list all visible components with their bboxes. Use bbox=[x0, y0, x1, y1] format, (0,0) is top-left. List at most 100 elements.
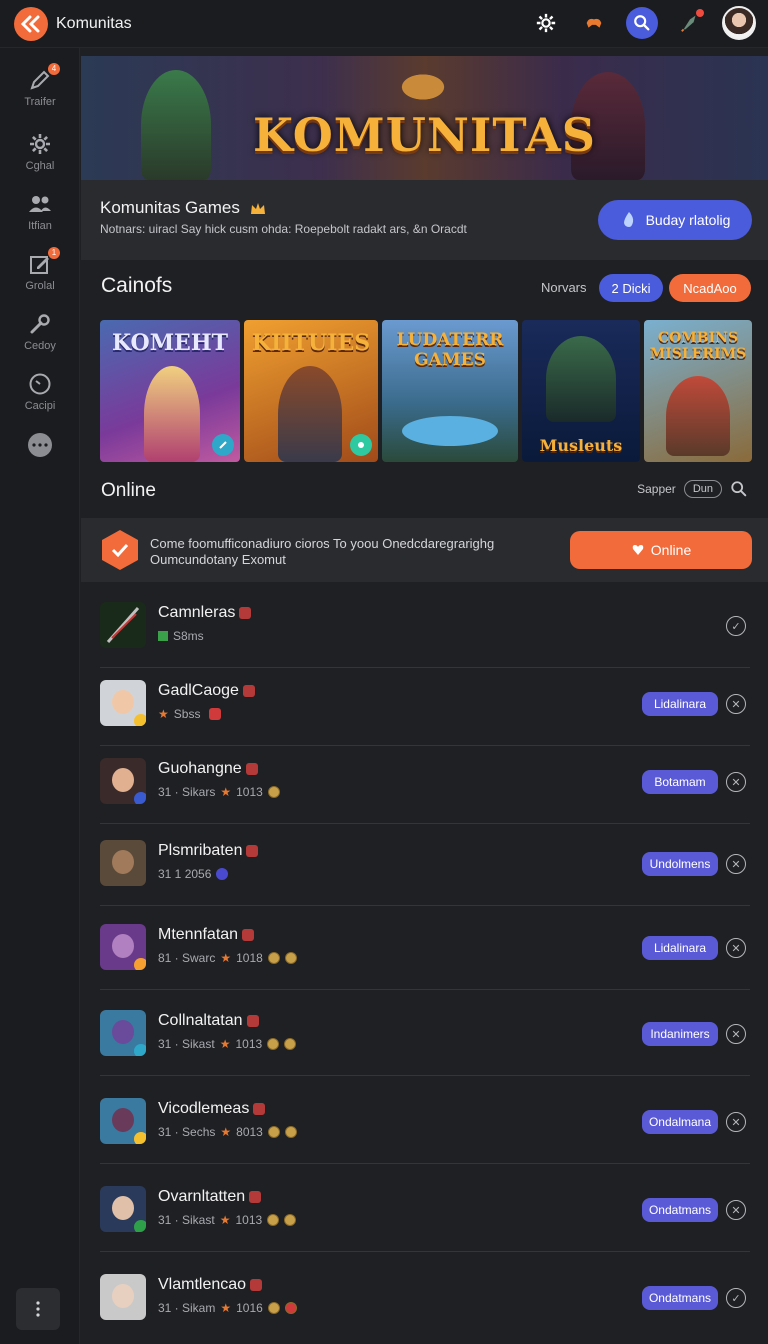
rank-icon bbox=[253, 1102, 266, 1115]
banner-title: KOMUNITAS bbox=[252, 108, 597, 162]
close-icon[interactable]: ✕ bbox=[726, 772, 746, 792]
online-sort-label[interactable]: Sapper bbox=[637, 482, 676, 496]
avatar bbox=[100, 840, 146, 886]
coin-icon bbox=[267, 1038, 280, 1050]
games-filter-label[interactable]: Norvars bbox=[541, 280, 587, 295]
community-name: Komunitas Games bbox=[100, 198, 267, 218]
list-item[interactable]: Ovarnltatten 31 · Sikast ★ 1013 Ondatmans … bbox=[100, 1172, 750, 1252]
user-action-button[interactable]: Lidalinara bbox=[642, 936, 718, 960]
search-button[interactable] bbox=[626, 7, 658, 39]
community-description: Notnars: uiracl Say hick cusm ohda: Roep… bbox=[100, 222, 467, 236]
online-button[interactable]: Online bbox=[570, 531, 752, 569]
user-name: Plsmribaten bbox=[158, 842, 259, 860]
app-title: Komunitas bbox=[56, 14, 132, 32]
list-item[interactable]: Collnaltatan 31 · Sikast ★ 1013 Indanimers… bbox=[100, 996, 750, 1076]
game-card[interactable]: Musleuts bbox=[522, 320, 640, 462]
close-icon[interactable]: ✕ bbox=[726, 694, 746, 714]
user-meta: S8ms bbox=[158, 629, 204, 643]
user-name: Vlamtlencao bbox=[158, 1276, 263, 1294]
user-action-button[interactable]: Ondatmans bbox=[642, 1198, 718, 1222]
list-item[interactable]: Plsmribaten 31 1 2056 Undolmens ✕ bbox=[100, 826, 750, 906]
game-card[interactable]: KIITUIES bbox=[244, 320, 378, 462]
sidebar-item-grolal[interactable]: 1 Grolal bbox=[0, 247, 80, 292]
user-name: Collnaltatan bbox=[158, 1012, 259, 1030]
user-action-button[interactable]: Indanimers bbox=[642, 1022, 718, 1046]
game-badge-icon bbox=[350, 434, 372, 456]
heart-icon bbox=[632, 545, 644, 555]
avatar bbox=[100, 602, 146, 648]
coin-icon bbox=[284, 1038, 297, 1050]
avatar bbox=[100, 1010, 146, 1056]
users-icon bbox=[29, 196, 51, 212]
rank-icon bbox=[249, 1190, 262, 1203]
app-logo-icon[interactable] bbox=[14, 6, 48, 41]
close-icon[interactable]: ✕ bbox=[726, 854, 746, 874]
sidebar-item-label: Cedoy bbox=[24, 340, 56, 352]
promo-text: Come foomufficonadiuro cioros To yoou On… bbox=[150, 536, 495, 567]
settings-button[interactable] bbox=[530, 7, 562, 39]
close-icon[interactable]: ✕ bbox=[726, 1112, 746, 1132]
games-chip-primary[interactable]: 2 Dicki bbox=[599, 274, 663, 302]
user-name: Mtennfatan bbox=[158, 926, 255, 944]
chevron-icon[interactable]: ✓ bbox=[726, 616, 746, 636]
sidebar-item-traifer[interactable]: 4 Traifer bbox=[0, 63, 80, 108]
list-item[interactable]: Mtennfatan 81 · Swarc ★ 1018 Lidalinara ✕ bbox=[100, 910, 750, 990]
rank-icon bbox=[245, 762, 258, 775]
sidebar-badge: 1 bbox=[48, 247, 60, 259]
user-name: GadlCaoge bbox=[158, 682, 255, 700]
rocket-button[interactable] bbox=[674, 7, 706, 39]
list-item[interactable]: Vicodlemeas 31 · Sechs ★ 8013 Ondalmana ✕ bbox=[100, 1084, 750, 1164]
close-icon[interactable]: ✕ bbox=[726, 1024, 746, 1044]
rank-icon bbox=[242, 684, 255, 697]
rank-icon bbox=[246, 1014, 259, 1027]
sidebar-more-button[interactable] bbox=[0, 433, 80, 457]
game-card[interactable]: COMBINS MISLERIMS bbox=[644, 320, 752, 462]
games-chip-secondary[interactable]: NcadAoo bbox=[669, 274, 751, 302]
user-action-button[interactable]: Lidalinara bbox=[642, 692, 718, 716]
sidebar-menu-button[interactable] bbox=[16, 1288, 60, 1330]
sidebar-item-label: Itfian bbox=[28, 220, 52, 232]
gear-icon bbox=[30, 134, 50, 154]
list-item[interactable]: Camnleras S8ms ✓ bbox=[100, 588, 750, 668]
sidebar: 4 Traifer Cghal Itfian 1 Grolal Cedoy Ca… bbox=[0, 48, 80, 1344]
user-action-button[interactable]: Ondalmana bbox=[642, 1110, 718, 1134]
chevron-icon[interactable]: ✓ bbox=[726, 1288, 746, 1308]
list-item[interactable]: Vlamtlencao 31 · Sikam ★ 1016 Ondatmans ✓ bbox=[100, 1260, 750, 1340]
coin-icon bbox=[267, 1302, 280, 1314]
user-meta: ★ Sbss bbox=[158, 707, 222, 721]
close-icon[interactable]: ✕ bbox=[726, 1200, 746, 1220]
coin-icon bbox=[267, 786, 280, 798]
user-meta: 31 · Sikast ★ 1013 bbox=[158, 1213, 297, 1227]
sidebar-item-itfian[interactable]: Itfian bbox=[0, 190, 80, 232]
user-meta: 31 · Sikast ★ 1013 bbox=[158, 1037, 297, 1051]
sidebar-item-cghal[interactable]: Cghal bbox=[0, 130, 80, 172]
sidebar-badge: 4 bbox=[48, 63, 60, 75]
verified-icon bbox=[216, 868, 229, 880]
close-icon[interactable]: ✕ bbox=[726, 938, 746, 958]
list-item[interactable]: GadlCaoge ★ Sbss Lidalinara ✕ bbox=[100, 666, 750, 746]
user-action-button[interactable]: Undolmens bbox=[642, 852, 718, 876]
game-card[interactable]: LUDATERR GAMES bbox=[382, 320, 518, 462]
coin-icon bbox=[284, 952, 297, 964]
top-bar: Komunitas bbox=[0, 0, 768, 48]
avatar bbox=[100, 758, 146, 804]
user-action-button[interactable]: Botamam bbox=[642, 770, 718, 794]
sidebar-item-cedoy[interactable]: Cedoy bbox=[0, 310, 80, 352]
sidebar-item-cacipi[interactable]: Cacipi bbox=[0, 370, 80, 412]
user-avatar[interactable] bbox=[722, 6, 756, 40]
list-item[interactable]: Guohangne 31 · Sikars ★ 1013 Botamam ✕ bbox=[100, 744, 750, 824]
user-action-button[interactable]: Ondatmans bbox=[642, 1286, 718, 1310]
games-section-title: Cainofs bbox=[101, 274, 173, 297]
online-header-controls: Sapper Dun bbox=[637, 480, 748, 498]
online-promo-banner: Come foomufficonadiuro cioros To yoou On… bbox=[81, 518, 768, 582]
kebab-menu-icon bbox=[36, 1301, 40, 1317]
user-name: Ovarnltatten bbox=[158, 1188, 262, 1206]
search-icon[interactable] bbox=[730, 480, 748, 498]
rank-icon bbox=[209, 708, 222, 720]
online-filter-pill[interactable]: Dun bbox=[683, 480, 722, 498]
user-meta: 31 · Sikars ★ 1013 bbox=[158, 785, 280, 799]
community-cta-button[interactable]: Buday rlatolig bbox=[598, 200, 752, 240]
game-card[interactable]: KOMEHT bbox=[100, 320, 240, 462]
coin-icon bbox=[284, 1126, 297, 1138]
gamepad-button[interactable] bbox=[578, 7, 610, 39]
